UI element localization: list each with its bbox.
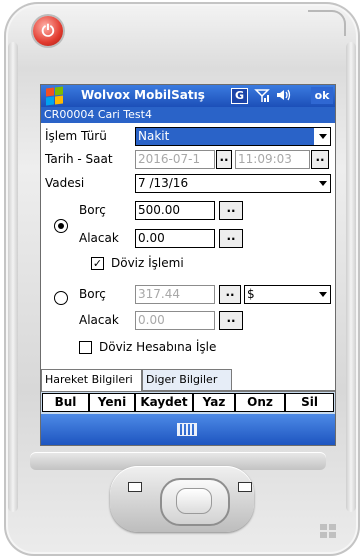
- currency-value: $: [247, 287, 255, 301]
- dpad-center-button[interactable]: [176, 488, 212, 514]
- borc-input-group1[interactable]: 500.00: [135, 201, 215, 220]
- borc-radio-group2[interactable]: [54, 291, 68, 305]
- yeni-button[interactable]: Yeni: [89, 393, 135, 412]
- ok-button[interactable]: ok: [311, 87, 333, 104]
- device-corner-notch: [308, 10, 346, 36]
- yaz-button[interactable]: Yaz: [193, 393, 235, 412]
- doviz-hesabina-label: Döviz Hesabına İşle: [99, 340, 217, 354]
- action-toolbar: Bul Yeni Kaydet Yaz Onz Sil: [41, 391, 335, 414]
- tab-hareket-bilgileri[interactable]: Hareket Bilgileri: [41, 369, 142, 391]
- windows-logo-icon: [320, 524, 338, 540]
- borc-calc-button-group1[interactable]: ..: [219, 201, 243, 220]
- customer-subtitle: CR00004 Cari Test4: [41, 107, 335, 123]
- alacak-calc-button-group1[interactable]: ..: [219, 229, 243, 248]
- chevron-down-icon[interactable]: [314, 175, 330, 192]
- signal-icon[interactable]: [254, 87, 270, 104]
- app-title: Wolvox MobilSatış: [81, 88, 205, 102]
- doviz-islemi-label: Döviz İşlemi: [111, 256, 184, 270]
- saat-picker-button[interactable]: ..: [311, 150, 329, 169]
- alacak-label-group2: Alacak: [79, 313, 119, 327]
- alacak-input-group1[interactable]: 0.00: [135, 229, 215, 248]
- bul-button[interactable]: Bul: [42, 393, 89, 412]
- power-button[interactable]: ⏻: [33, 16, 63, 46]
- tab-diger-bilgiler[interactable]: Diger Bilgiler: [142, 369, 232, 391]
- chevron-down-icon[interactable]: [314, 286, 330, 303]
- tab-strip: Hareket Bilgileri Diger Bilgiler: [41, 369, 335, 391]
- calendar-icon[interactable]: [128, 482, 142, 492]
- sil-button[interactable]: Sil: [285, 393, 334, 412]
- alacak-label-group1: Alacak: [79, 231, 119, 245]
- volume-icon[interactable]: [275, 87, 291, 104]
- onz-button[interactable]: Onz: [235, 393, 285, 412]
- borc-input-group2[interactable]: 317.44: [135, 285, 215, 304]
- device-screen: Wolvox MobilSatış G ok CR00004 Cari Test…: [40, 84, 336, 446]
- right-side-rail: [346, 42, 356, 512]
- alacak-input-group2[interactable]: 0.00: [135, 311, 215, 330]
- doviz-hesabina-checkbox[interactable]: [79, 341, 92, 354]
- left-side-rail: [8, 42, 18, 512]
- tarih-field[interactable]: 2016-07-1: [135, 150, 215, 169]
- vadesi-label: Vadesi: [45, 176, 85, 190]
- keyboard-icon[interactable]: [177, 423, 197, 436]
- vadesi-value: 7 /13/16: [138, 176, 189, 190]
- borc-label-group1: Borç: [79, 203, 106, 217]
- windows-start-icon[interactable]: [45, 86, 63, 106]
- borc-calc-button-group2[interactable]: ..: [219, 285, 241, 304]
- alacak-calc-button-group2[interactable]: ..: [219, 311, 243, 330]
- kaydet-button[interactable]: Kaydet: [135, 393, 193, 412]
- borc-radio-group1[interactable]: [54, 219, 68, 233]
- currency-select[interactable]: $: [244, 285, 331, 304]
- g-badge-icon[interactable]: G: [231, 88, 248, 104]
- checkmark-icon: ✓: [92, 257, 103, 270]
- doviz-islemi-checkbox[interactable]: ✓: [91, 257, 104, 270]
- islem-turu-value: Nakit: [138, 129, 170, 143]
- tarih-saat-label: Tarih - Saat: [45, 152, 113, 166]
- input-panel-bar: [41, 414, 335, 445]
- vadesi-select[interactable]: 7 /13/16: [135, 174, 331, 193]
- chevron-down-icon[interactable]: [314, 128, 330, 145]
- borc-label-group2: Borç: [79, 287, 106, 301]
- power-icon: ⏻: [41, 21, 55, 40]
- islem-turu-select[interactable]: Nakit: [135, 127, 331, 146]
- contacts-icon[interactable]: [238, 482, 252, 492]
- tarih-picker-button[interactable]: ..: [216, 150, 232, 169]
- islem-turu-label: İşlem Türü: [45, 129, 107, 143]
- saat-field[interactable]: 11:09:03: [235, 150, 310, 169]
- title-bar: Wolvox MobilSatış G ok: [41, 85, 335, 107]
